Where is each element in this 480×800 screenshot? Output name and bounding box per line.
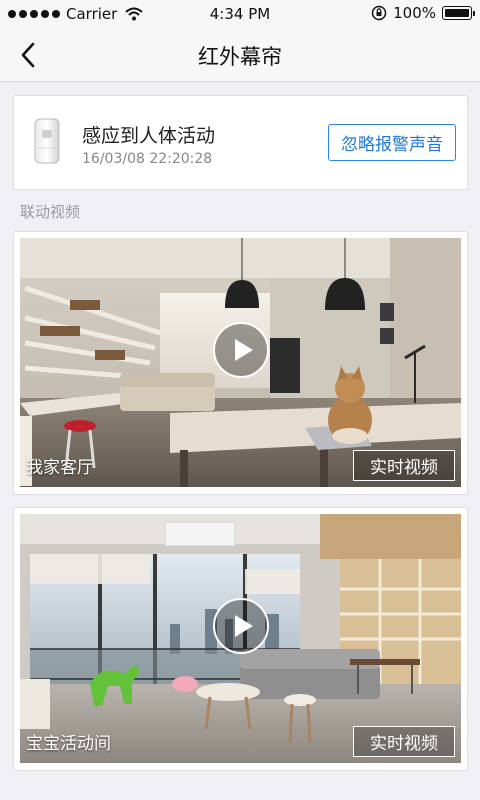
status-bar: Carrier 4:34 PM 100% bbox=[0, 0, 480, 28]
live-video-button[interactable]: 实时视频 bbox=[353, 450, 455, 481]
room-name: 我家客厅 bbox=[26, 458, 94, 478]
alert-title: 感应到人体活动 bbox=[82, 125, 216, 147]
battery-percent: 100% bbox=[393, 4, 436, 22]
alert-timestamp: 16/03/08 22:20:28 bbox=[82, 151, 213, 167]
video-card-baby-room: 宝宝活动间 实时视频 bbox=[13, 507, 468, 771]
page-title: 红外幕帘 bbox=[198, 45, 282, 69]
live-video-button[interactable]: 实时视频 bbox=[353, 726, 455, 757]
rotation-lock-icon bbox=[371, 5, 387, 21]
battery-icon bbox=[442, 6, 475, 20]
video-thumbnail[interactable]: 宝宝活动间 实时视频 bbox=[20, 514, 461, 763]
video-card-living-room: 我家客厅 实时视频 bbox=[13, 231, 468, 495]
video-thumbnail[interactable]: 我家客厅 实时视频 bbox=[20, 238, 461, 487]
alert-card: 感应到人体活动 16/03/08 22:20:28 忽略报警声音 bbox=[13, 95, 468, 190]
infrared-sensor-image bbox=[34, 118, 60, 164]
status-right: 100% bbox=[371, 4, 475, 22]
linked-video-section-label: 联动视频 bbox=[20, 203, 81, 221]
nav-bar: 红外幕帘 bbox=[0, 28, 480, 82]
room-name: 宝宝活动间 bbox=[26, 734, 111, 754]
play-button[interactable] bbox=[213, 598, 269, 654]
play-icon bbox=[234, 615, 253, 637]
ignore-alarm-sound-button[interactable]: 忽略报警声音 bbox=[328, 124, 456, 161]
play-button[interactable] bbox=[213, 322, 269, 378]
play-icon bbox=[234, 339, 253, 361]
